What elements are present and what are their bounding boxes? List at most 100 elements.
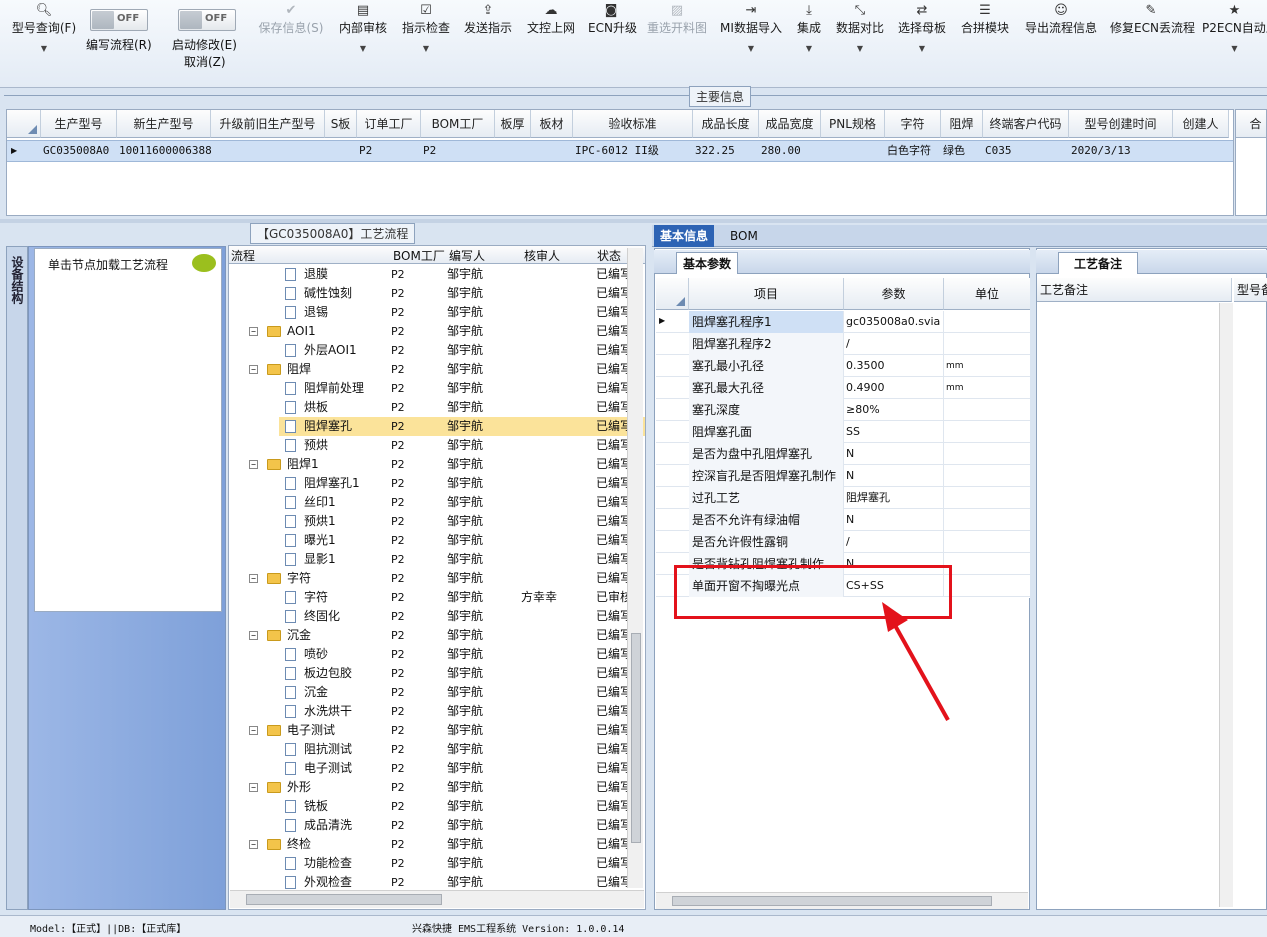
col-item[interactable]: 项目 bbox=[689, 278, 844, 310]
column-header[interactable]: 型号创建时间 bbox=[1069, 110, 1173, 138]
internal-review-button[interactable]: ▤ 内部审核 ▼ bbox=[337, 2, 389, 72]
param-value[interactable]: N bbox=[844, 509, 944, 531]
column-header[interactable]: 合 bbox=[1236, 110, 1266, 138]
col-writer[interactable]: 编写人 bbox=[449, 247, 485, 264]
flow-row[interactable]: − 外形 P2 邹宇航 已编写 bbox=[229, 778, 632, 797]
param-value[interactable]: 0.3500 bbox=[844, 355, 944, 377]
column-header[interactable]: 创建人 bbox=[1173, 110, 1229, 138]
col-reviewer[interactable]: 核审人 bbox=[524, 247, 560, 264]
send-instruction-button[interactable]: ⇪ 发送指示 bbox=[462, 2, 514, 72]
flow-row[interactable]: 终固化 P2 邹宇航 已编写 bbox=[229, 607, 632, 626]
flow-row[interactable]: − 阻焊1 P2 邹宇航 已编写 bbox=[229, 455, 632, 474]
column-header[interactable]: S板 bbox=[325, 110, 357, 138]
param-row[interactable]: ▶ 阻焊塞孔程序1 gc035008a0.svia bbox=[656, 311, 1030, 333]
flow-row[interactable]: 阻抗测试 P2 邹宇航 已编写 bbox=[229, 740, 632, 759]
col-flow[interactable]: 流程 bbox=[231, 247, 255, 264]
flow-row[interactable]: 喷砂 P2 邹宇航 已编写 bbox=[229, 645, 632, 664]
splitter[interactable] bbox=[0, 219, 1267, 223]
collapse-icon[interactable]: − bbox=[249, 631, 258, 640]
flow-row[interactable]: 碱性蚀刻 P2 邹宇航 已编写 bbox=[229, 284, 632, 303]
edit-flow-toggle[interactable]: OFF bbox=[90, 9, 148, 31]
cancel-button[interactable]: 取消(Z) bbox=[184, 53, 226, 70]
flow-row[interactable]: 显影1 P2 邹宇航 已编写 bbox=[229, 550, 632, 569]
start-modify-toggle[interactable]: OFF bbox=[178, 9, 236, 31]
param-value[interactable]: N bbox=[844, 465, 944, 487]
collapse-icon[interactable]: − bbox=[249, 327, 258, 336]
save-info-button[interactable]: ✔ 保存信息(S) bbox=[255, 2, 327, 72]
col-model-remarks[interactable]: 型号备 bbox=[1234, 278, 1267, 302]
param-value[interactable]: ≥80% bbox=[844, 399, 944, 421]
flow-row[interactable]: 预烘 P2 邹宇航 已编写 bbox=[229, 436, 632, 455]
export-flow-button[interactable]: ☺ 导出流程信息 bbox=[1022, 2, 1100, 72]
column-header[interactable]: 订单工厂 bbox=[357, 110, 421, 138]
data-compare-button[interactable]: ⤡ 数据对比 ▼ bbox=[834, 2, 886, 72]
remarks-vscroll[interactable] bbox=[1219, 303, 1233, 907]
column-header[interactable]: BOM工厂 bbox=[421, 110, 495, 138]
column-header[interactable]: 板材 bbox=[531, 110, 573, 138]
tab-basic-params[interactable]: 基本参数 bbox=[676, 252, 739, 274]
integrate-button[interactable]: ⤓ 集成 ▼ bbox=[792, 2, 826, 72]
equipment-tree[interactable] bbox=[34, 248, 222, 612]
param-value[interactable]: / bbox=[844, 333, 944, 355]
scroll-thumb[interactable] bbox=[672, 896, 992, 906]
p2ecn-button[interactable]: ★P2ECN自动上▼ bbox=[1202, 2, 1267, 72]
flow-row[interactable]: − 阻焊 P2 邹宇航 已编写 bbox=[229, 360, 632, 379]
select-mother-button[interactable]: ⇄ 选择母板 ▼ bbox=[896, 2, 948, 72]
column-header[interactable]: 升级前旧生产型号 bbox=[211, 110, 325, 138]
flow-row[interactable]: 阻焊前处理 P2 邹宇航 已编写 bbox=[229, 379, 632, 398]
tab-bom[interactable]: BOM bbox=[724, 225, 764, 247]
param-row[interactable]: 塞孔最大孔径 0.4900 mm bbox=[656, 377, 1030, 399]
flow-row[interactable]: − 沉金 P2 邹宇航 已编写 bbox=[229, 626, 632, 645]
col-remarks[interactable]: 工艺备注 bbox=[1037, 278, 1232, 302]
tab-basic-info[interactable]: 基本信息 bbox=[654, 225, 715, 247]
flow-row[interactable]: − 终检 P2 邹宇航 已编写 bbox=[229, 835, 632, 854]
col-bom-factory[interactable]: BOM工厂 bbox=[393, 247, 445, 264]
flow-row[interactable]: 沉金 P2 邹宇航 已编写 bbox=[229, 683, 632, 702]
column-header[interactable]: 板厚 bbox=[495, 110, 531, 138]
flow-row[interactable]: 退锡 P2 邹宇航 已编写 bbox=[229, 303, 632, 322]
collapse-icon[interactable]: − bbox=[249, 460, 258, 469]
flow-row[interactable]: 预烘1 P2 邹宇航 已编写 bbox=[229, 512, 632, 531]
param-row[interactable]: 塞孔最小孔径 0.3500 mm bbox=[656, 355, 1030, 377]
fix-ecn-button[interactable]: ✎ 修复ECN丢流程 bbox=[1110, 2, 1195, 72]
collapse-icon[interactable]: − bbox=[249, 840, 258, 849]
flow-row[interactable]: − AOI1 P2 邹宇航 已编写 bbox=[229, 322, 632, 341]
model-query-button[interactable]: 🔍︎ 型号查询(F) ▼ bbox=[8, 2, 80, 72]
upload-doc-button[interactable]: ☁ 文控上网 bbox=[525, 2, 577, 72]
col-param[interactable]: 参数 bbox=[844, 278, 944, 310]
scroll-thumb[interactable] bbox=[631, 633, 641, 843]
flow-row[interactable]: 丝印1 P2 邹宇航 已编写 bbox=[229, 493, 632, 512]
param-value[interactable]: / bbox=[844, 531, 944, 553]
col-unit[interactable]: 单位 bbox=[944, 278, 1030, 310]
column-header[interactable]: 阻焊 bbox=[941, 110, 983, 138]
flow-row[interactable]: 烘板 P2 邹宇航 已编写 bbox=[229, 398, 632, 417]
param-value[interactable]: SS bbox=[844, 421, 944, 443]
flow-row[interactable]: 曝光1 P2 邹宇航 已编写 bbox=[229, 531, 632, 550]
column-header[interactable]: PNL规格 bbox=[821, 110, 885, 138]
param-row[interactable]: 是否为盘中孔阻焊塞孔 N bbox=[656, 443, 1030, 465]
collapse-icon[interactable]: − bbox=[249, 365, 258, 374]
scroll-thumb[interactable] bbox=[246, 894, 442, 905]
flow-row[interactable]: 阻焊塞孔 P2 邹宇航 已编写 bbox=[279, 417, 645, 436]
column-header[interactable]: 生产型号 bbox=[41, 110, 117, 138]
tab-remarks[interactable]: 工艺备注 bbox=[1058, 252, 1138, 274]
param-row[interactable]: 阻焊塞孔面 SS bbox=[656, 421, 1030, 443]
column-header[interactable]: 新生产型号 bbox=[117, 110, 211, 138]
collapse-icon[interactable]: − bbox=[249, 574, 258, 583]
remarks-textarea[interactable] bbox=[1037, 303, 1231, 907]
flow-row[interactable]: 水洗烘干 P2 邹宇航 已编写 bbox=[229, 702, 632, 721]
ecn-upgrade-button[interactable]: ◙ ECN升级 bbox=[588, 2, 637, 72]
param-value[interactable]: 阻焊塞孔 bbox=[844, 487, 944, 509]
params-hscroll[interactable] bbox=[656, 892, 1028, 909]
flow-row[interactable]: 板边包胶 P2 邹宇航 已编写 bbox=[229, 664, 632, 683]
side-tab-equipment[interactable]: 设备结构 bbox=[8, 256, 26, 304]
flow-hscroll[interactable] bbox=[230, 890, 644, 908]
param-row[interactable]: 塞孔深度 ≥80% bbox=[656, 399, 1030, 421]
flow-row[interactable]: 功能检查 P2 邹宇航 已编写 bbox=[229, 854, 632, 873]
column-header[interactable]: 字符 bbox=[885, 110, 941, 138]
flow-row[interactable]: − 电子测试 P2 邹宇航 已编写 bbox=[229, 721, 632, 740]
flow-row[interactable]: 外层AOI1 P2 邹宇航 已编写 bbox=[229, 341, 632, 360]
flow-row[interactable]: 阻焊塞孔1 P2 邹宇航 已编写 bbox=[229, 474, 632, 493]
collapse-icon[interactable]: − bbox=[249, 726, 258, 735]
param-row[interactable]: 过孔工艺 阻焊塞孔 bbox=[656, 487, 1030, 509]
